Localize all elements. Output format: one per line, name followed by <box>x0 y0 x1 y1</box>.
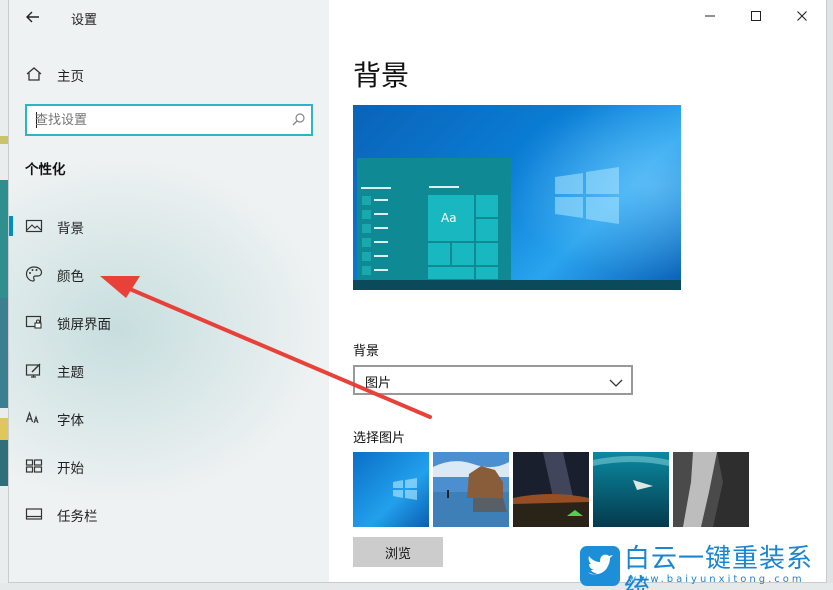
preview-menu-square <box>362 252 371 261</box>
desktop-preview: Aa <box>353 105 681 290</box>
sidebar-item-label: 主题 <box>57 365 84 381</box>
preview-menu-line <box>374 269 388 271</box>
preview-tile-large: Aa <box>427 194 475 242</box>
theme-icon <box>25 361 43 379</box>
preview-menu-line <box>429 186 459 188</box>
nav-home[interactable]: 主页 <box>9 56 329 92</box>
picture-icon <box>25 217 43 235</box>
title-bar: 设置 <box>9 0 329 34</box>
lock-screen-icon <box>25 313 43 331</box>
wallpaper-thumbnail-beach[interactable] <box>433 452 509 527</box>
wallpaper-thumbnail-windows[interactable] <box>353 452 429 527</box>
preview-menu-square <box>362 238 371 247</box>
desktop-background-left <box>0 0 8 590</box>
browse-button[interactable]: 浏览 <box>353 537 443 567</box>
preview-tile <box>427 242 451 266</box>
sidebar-item-colors[interactable]: 颜色 <box>9 256 329 292</box>
palette-icon <box>25 265 43 283</box>
minimize-icon <box>705 15 715 17</box>
preview-tile <box>475 194 499 218</box>
close-button[interactable] <box>779 4 825 30</box>
preview-menu-square <box>362 224 371 233</box>
preview-taskbar <box>353 280 681 290</box>
settings-window: 设置 主页 个性化 背景 <box>8 0 827 583</box>
search-input[interactable] <box>35 111 285 129</box>
nav-home-label: 主页 <box>57 69 84 85</box>
page-title: 背景 <box>353 59 410 92</box>
sidebar-item-label: 开始 <box>57 461 84 477</box>
wallpaper-thumbnail-underwater[interactable] <box>593 452 669 527</box>
search-icon[interactable] <box>291 112 307 128</box>
windows-logo-icon <box>555 167 619 224</box>
sidebar-item-label: 背景 <box>57 221 84 237</box>
preview-menu-line <box>374 227 388 229</box>
preview-menu-line <box>374 241 388 243</box>
sidebar-item-taskbar[interactable]: 任务栏 <box>9 496 329 532</box>
sidebar-item-label: 锁屏界面 <box>57 317 111 333</box>
sidebar-item-start[interactable]: 开始 <box>9 448 329 484</box>
wallpaper-thumbnail-rock[interactable] <box>673 452 749 527</box>
font-icon <box>25 409 43 427</box>
back-arrow-icon <box>26 11 39 23</box>
app-title: 设置 <box>71 13 98 28</box>
maximize-button[interactable] <box>733 4 779 30</box>
content-pane: 背景 Aa 背景 图片 选择图片 浏览 <box>329 0 826 582</box>
preview-tile <box>475 218 499 242</box>
watermark: 白云一键重装系统 www.baiyunxitong.com <box>578 544 830 590</box>
choose-picture-label: 选择图片 <box>353 431 406 446</box>
background-type-value: 图片 <box>365 376 392 391</box>
close-icon <box>797 11 807 21</box>
sidebar-item-fonts[interactable]: 字体 <box>9 400 329 436</box>
wallpaper-thumbnail-night-sky[interactable] <box>513 452 589 527</box>
screenshot-stage: 设置 主页 个性化 背景 <box>0 0 833 590</box>
preview-menu-square <box>362 266 371 275</box>
twitter-bird-logo-icon <box>580 546 620 586</box>
desktop-background-right <box>827 0 833 590</box>
sidebar-item-lock-screen[interactable]: 锁屏界面 <box>9 304 329 340</box>
sidebar-item-label: 颜色 <box>57 269 84 285</box>
preview-tile <box>475 242 499 266</box>
sidebar-item-background[interactable]: 背景 <box>9 208 329 244</box>
sidebar-item-label: 任务栏 <box>57 509 98 525</box>
preview-menu-line <box>374 255 388 257</box>
background-type-dropdown[interactable]: 图片 <box>353 365 633 395</box>
section-title-personalization: 个性化 <box>25 162 66 178</box>
preview-start-menu: Aa <box>357 158 511 280</box>
watermark-url: www.baiyunxitong.com <box>628 574 805 585</box>
preview-menu-line <box>374 199 388 201</box>
taskbar-icon <box>25 505 43 523</box>
minimize-button[interactable] <box>687 4 733 30</box>
sidebar-item-themes[interactable]: 主题 <box>9 352 329 388</box>
preview-tile <box>475 266 499 280</box>
sidebar-item-label: 字体 <box>57 413 84 429</box>
search-box[interactable] <box>25 104 313 136</box>
preview-tile-text: Aa <box>441 211 457 225</box>
maximize-icon <box>751 11 761 21</box>
preview-tile <box>427 266 475 280</box>
start-icon <box>25 457 43 475</box>
preview-tile <box>451 242 475 266</box>
preview-menu-square <box>362 196 371 205</box>
home-icon <box>25 65 43 83</box>
background-type-label: 背景 <box>353 344 380 359</box>
preview-menu-line <box>361 187 391 189</box>
chevron-down-icon <box>609 374 623 387</box>
back-button[interactable] <box>21 6 45 28</box>
preview-menu-square <box>362 210 371 219</box>
navigation-pane: 设置 主页 个性化 背景 <box>9 0 329 582</box>
preview-menu-line <box>374 213 388 215</box>
